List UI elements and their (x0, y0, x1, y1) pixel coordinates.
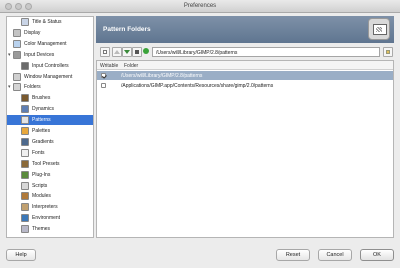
delete-folder-icon (135, 50, 139, 54)
sidebar-item-modules[interactable]: Modules (7, 191, 93, 201)
sidebar-item-label: Interpreters (32, 204, 58, 211)
sidebar-item-plug-ins[interactable]: Plug-Ins (7, 170, 93, 180)
column-header-writable[interactable]: Writable (100, 63, 118, 69)
window-title: Preferences (183, 3, 217, 9)
new-folder-button[interactable] (100, 47, 110, 57)
sidebar-item-themes[interactable]: Themes (7, 224, 93, 234)
patterns-header-icon (368, 18, 390, 40)
dialog-button-bar: Help Reset Cancel OK (0, 246, 400, 268)
sidebar-item-label: Input Devices (24, 51, 55, 58)
themes-icon (21, 225, 29, 234)
environment-icon (21, 214, 29, 223)
folder-path-cell: /Applications/GIMP.app/Contents/Resource… (121, 83, 274, 89)
palettes-icon (21, 127, 29, 135)
preferences-sidebar: Title & Status Display Color Management ▾ In… (6, 16, 94, 238)
delete-folder-button[interactable] (132, 47, 142, 57)
color-management-icon (13, 39, 21, 48)
expand-toggle-icon[interactable]: ▾ (8, 52, 11, 58)
sidebar-item-label: Display (24, 29, 41, 36)
browse-folder-button[interactable] (383, 47, 393, 57)
sidebar-item-label: Modules (32, 193, 51, 200)
sidebar-item-title-status[interactable]: Title & Status (7, 17, 93, 27)
title-status-icon (21, 18, 29, 26)
sidebar-item-interpreters[interactable]: Interpreters (7, 202, 93, 212)
table-row[interactable]: /Users/will/Library/GIMP/2.8/patterns (97, 71, 393, 80)
reset-button[interactable]: Reset (276, 249, 310, 261)
sidebar-item-folders[interactable]: ▾ Folders (7, 82, 93, 92)
writable-checkbox[interactable] (101, 83, 106, 88)
sidebar-item-scripts[interactable]: Scripts (7, 181, 93, 191)
sidebar-item-patterns[interactable]: Patterns (7, 115, 93, 126)
page-header: Pattern Folders (96, 16, 394, 43)
patterns-icon (21, 116, 29, 125)
sidebar-item-label: Patterns (32, 117, 51, 124)
ok-button[interactable]: OK (360, 249, 394, 261)
sidebar-item-label: Fonts (32, 149, 45, 156)
display-icon (13, 28, 21, 37)
sidebar-item-gradients[interactable]: Gradients (7, 137, 93, 147)
fonts-icon (21, 148, 29, 157)
writable-checkbox[interactable] (101, 73, 106, 78)
cancel-button[interactable]: Cancel (318, 249, 352, 261)
table-row[interactable]: /Applications/GIMP.app/Contents/Resource… (97, 81, 393, 90)
sidebar-item-label: Environment (32, 215, 61, 222)
window-management-icon (13, 72, 21, 81)
sidebar-item-brushes[interactable]: Brushes (7, 93, 93, 103)
sidebar-item-label: Dynamics (32, 106, 54, 113)
table-header: Writable Folder (97, 61, 393, 70)
interpreters-icon (21, 203, 29, 212)
input-controllers-icon (21, 61, 29, 70)
sidebar-item-fonts[interactable]: Fonts (7, 148, 93, 158)
modules-icon (21, 192, 29, 201)
sidebar-item-environment[interactable]: Environment (7, 213, 93, 223)
folder-path-cell: /Users/will/Library/GIMP/2.8/patterns (121, 73, 203, 79)
sidebar-item-palettes[interactable]: Palettes (7, 126, 93, 136)
sidebar-item-tool-presets[interactable]: Tool Presets (7, 159, 93, 169)
sidebar-item-input-controllers[interactable]: Input Controllers (7, 61, 93, 71)
help-button[interactable]: Help (6, 249, 36, 261)
move-up-icon (114, 50, 120, 54)
sidebar-item-label: Title & Status (32, 19, 62, 25)
column-header-folder[interactable]: Folder (124, 63, 138, 69)
sidebar-item-label: Folders (24, 84, 41, 91)
tool-presets-icon (21, 159, 29, 168)
folder-path-text: /Users/will/Library/GIMP/2.8/patterns (156, 50, 238, 56)
sidebar-item-label: Palettes (32, 128, 51, 134)
sidebar-item-label: Plug-Ins (32, 171, 51, 178)
sidebar-item-display[interactable]: Display (7, 28, 93, 38)
new-folder-icon (103, 50, 107, 54)
sidebar-item-label: Window Management (24, 73, 73, 80)
input-devices-icon (13, 50, 21, 59)
brushes-icon (21, 94, 29, 103)
sidebar-item-label: Scripts (32, 182, 48, 189)
sidebar-item-color-management[interactable]: Color Management (7, 39, 93, 49)
status-dot-icon (143, 48, 149, 54)
sidebar-item-label: Gradients (32, 138, 54, 145)
folders-table: Writable Folder /Users/will/Library/GIMP… (96, 60, 394, 238)
sidebar-item-dynamics[interactable]: Dynamics (7, 104, 93, 114)
plug-ins-icon (21, 170, 29, 179)
folders-icon (13, 83, 21, 92)
sidebar-item-input-devices[interactable]: ▾ Input Devices (7, 50, 93, 60)
move-down-button[interactable] (122, 47, 132, 57)
gradients-icon (21, 137, 29, 146)
expand-toggle-icon[interactable]: ▾ (8, 84, 11, 90)
browse-folder-icon (386, 50, 390, 54)
scripts-icon (21, 181, 29, 190)
sidebar-item-label: Brushes (32, 95, 51, 102)
sidebar-item-label: Themes (32, 226, 51, 233)
pattern-swatch (376, 27, 382, 32)
move-up-button[interactable] (112, 47, 122, 57)
window-titlebar: Preferences (0, 0, 400, 13)
sidebar-item-window-management[interactable]: Window Management (7, 72, 93, 82)
status-indicator (142, 47, 152, 57)
sidebar-item-label: Input Controllers (32, 62, 69, 69)
sidebar-item-label: Color Management (24, 40, 67, 47)
folder-toolbar: /Users/will/Library/GIMP/2.8/patterns (96, 46, 394, 58)
dynamics-icon (21, 105, 29, 114)
sidebar-item-label: Tool Presets (32, 160, 60, 167)
page-title: Pattern Folders (103, 26, 151, 33)
move-down-icon (124, 50, 130, 54)
folder-path-input[interactable]: /Users/will/Library/GIMP/2.8/patterns (152, 47, 380, 57)
